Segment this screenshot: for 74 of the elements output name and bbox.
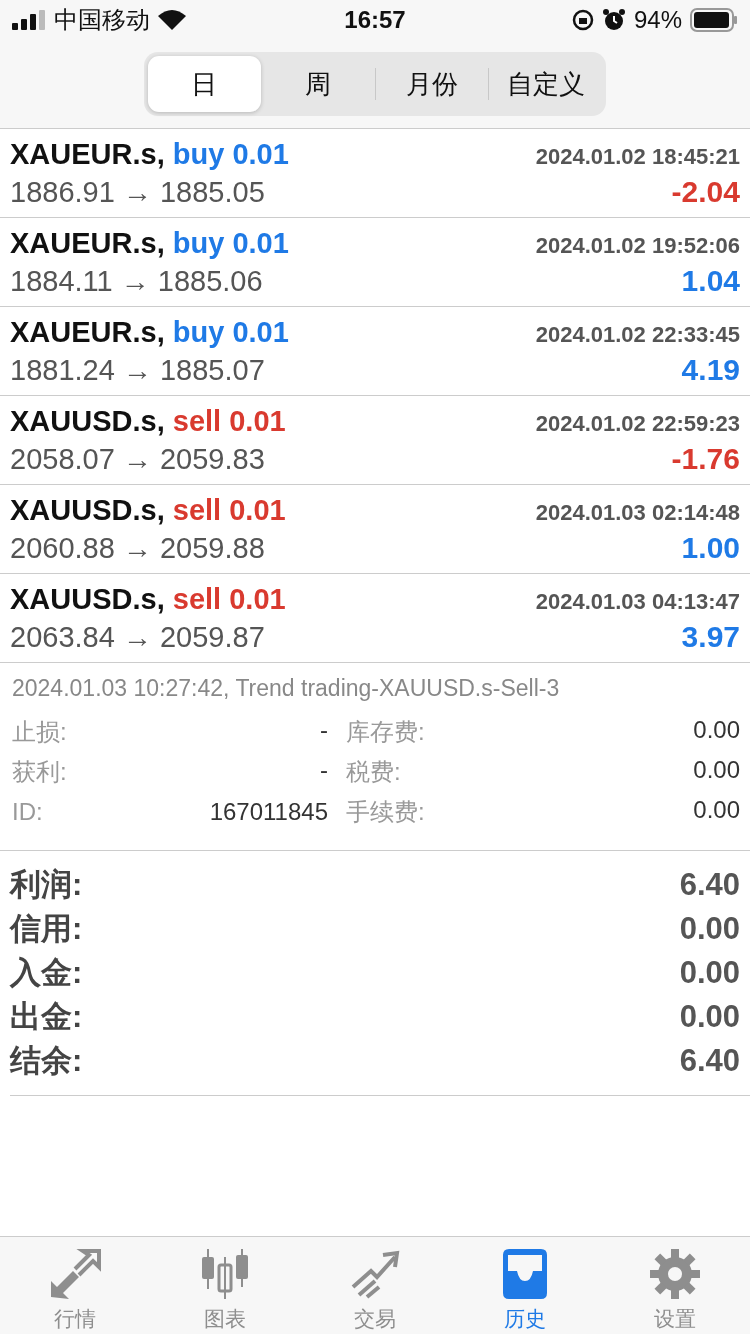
tab-bar-item[interactable]: 行情 [0,1237,150,1334]
deal-profit: 4.19 [681,352,740,387]
summary-label: 结余: [10,1042,83,1080]
tab-bar-item[interactable]: 历史 [450,1237,600,1334]
deal-time: 2024.01.03 04:13:47 [535,588,740,615]
deal-profit: 1.04 [681,263,740,298]
carrier-name: 中国移动 [54,5,150,35]
signal-icon [12,10,46,30]
deal-prices: 1881.24 → 1885.07 [10,353,265,387]
summary-value: 6.40 [679,1043,740,1079]
deal-order: buy 0.01 [172,226,289,259]
deal-profit: -1.76 [671,441,740,476]
summary-value: 0.00 [679,911,740,947]
deal-symbol: XAUUSD.s, [10,493,166,526]
field-value: 0.00 [693,796,740,825]
deal-profit: 1.00 [681,530,740,565]
deal-time: 2024.01.02 18:45:21 [535,143,740,170]
summary-label: 信用: [10,910,83,948]
deal-time: 2024.01.03 02:14:48 [535,499,740,526]
field-value: - [320,716,328,745]
deal-order: sell 0.01 [172,493,286,526]
deal-symbol: XAUEUR.s, [10,226,166,259]
tab-bar-item[interactable]: 图表 [150,1237,300,1334]
field-label: 手续费: [345,797,425,827]
period-tab[interactable]: 周 [261,56,375,112]
alarm-icon [601,8,626,32]
deal-prices: 2058.07 → 2059.83 [10,442,265,476]
summary-value: 0.00 [679,999,740,1035]
rotation-lock-icon [571,9,594,31]
tab-bar-item[interactable]: 交易 [300,1237,450,1334]
period-tab[interactable]: 月份 [375,56,489,112]
deal-symbol: XAUEUR.s, [10,315,166,348]
deal-symbol: XAUUSD.s, [10,404,166,437]
field-value: - [320,756,328,785]
deal-order: sell 0.01 [172,404,286,437]
field-label: ID: [12,798,43,826]
summary-value: 6.40 [679,867,740,903]
deal-order: buy 0.01 [172,137,289,170]
deal-order: buy 0.01 [172,315,289,348]
summary-label: 利润: [10,866,83,904]
deal-prices: 1886.91 → 1885.05 [10,175,265,209]
tab-bar-item[interactable]: 设置 [600,1237,750,1334]
deal-symbol: XAUEUR.s, [10,137,166,170]
clock-time: 16:57 [344,6,406,34]
field-value: 0.00 [693,716,740,745]
deal-prices: 1884.11 → 1885.06 [10,264,263,298]
field-label: 获利: [12,757,67,787]
deal-prices: 2063.84 → 2059.87 [10,620,265,654]
deal-time: 2024.01.02 22:33:45 [535,321,740,348]
field-label: 止损: [12,717,67,747]
candlestick-icon [199,1249,251,1299]
period-tab[interactable]: 日 [148,56,261,112]
battery-percent: 94% [633,6,682,34]
deal-time: 2024.01.02 19:52:06 [535,232,740,259]
deal-profit: 3.97 [681,619,740,654]
deal-profit: -2.04 [671,174,740,209]
summary-label: 出金: [10,998,83,1036]
summary-label: 入金: [10,954,83,992]
deal-symbol: XAUUSD.s, [10,582,166,615]
field-label: 库存费: [345,717,425,747]
summary-value: 0.00 [679,955,740,991]
diagonal-arrows-icon [49,1249,101,1299]
field-label: 税费: [345,757,401,787]
period-tab[interactable]: 自定义 [489,56,602,112]
gear-icon [649,1249,701,1299]
field-value: 0.00 [693,756,740,785]
trend-arrow-icon [349,1249,401,1299]
deal-prices: 2060.88 → 2059.88 [10,531,265,565]
deal-comment: 2024.01.03 10:27:42, Trend trading-XAUUSD.s-Sell-3 [12,675,561,702]
wifi-icon [158,10,186,30]
battery-icon [690,8,738,32]
field-value: 167011845 [209,798,328,826]
deal-time: 2024.01.02 22:59:23 [535,410,740,437]
deal-order: sell 0.01 [172,582,286,615]
